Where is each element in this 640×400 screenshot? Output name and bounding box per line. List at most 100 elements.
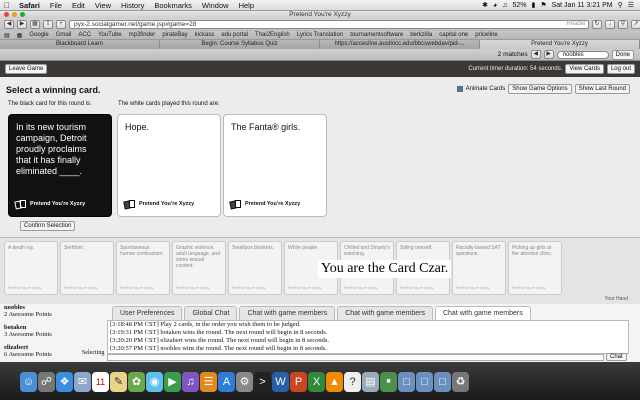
close-icon[interactable] bbox=[4, 12, 9, 17]
bookmark-item[interactable]: edu portal bbox=[221, 32, 248, 38]
help-icon[interactable]: ? bbox=[344, 372, 361, 392]
top-sites-icon[interactable]: ▦ bbox=[17, 32, 23, 39]
clock[interactable]: Sat Jan 11 3:21 PM bbox=[552, 2, 613, 9]
tab-accesline[interactable]: https://accesline.austincc.edu/bbcswebda… bbox=[320, 40, 480, 49]
fullscreen-icon[interactable]: ↗ bbox=[631, 20, 640, 29]
hand-card[interactable]: Serfdom. Pretend You're Xyzzy bbox=[60, 241, 114, 295]
ibooks-icon[interactable]: ☰ bbox=[200, 372, 217, 392]
bookmark-item[interactable]: Gmail bbox=[56, 32, 72, 38]
leave-game-button[interactable]: Leave Game bbox=[5, 64, 48, 74]
hand-card[interactable]: Smallpox blankets. Pretend You're Xyzzy bbox=[228, 241, 282, 295]
hand-card[interactable]: A death ray. Pretend You're Xyzzy bbox=[4, 241, 58, 295]
address-bar[interactable]: pyx-2.socialgamer.net/game.jsp#game=28 R… bbox=[69, 20, 589, 29]
bluetooth-icon[interactable]: ✱ bbox=[482, 1, 488, 9]
menu-safari[interactable]: Safari bbox=[14, 1, 45, 10]
apple-icon[interactable]:  bbox=[0, 1, 14, 10]
share-icon[interactable]: ⇧ bbox=[43, 20, 53, 29]
menu-window[interactable]: Window bbox=[197, 1, 234, 10]
white-card[interactable]: The Fanta® girls. Pretend You're Xyzzy bbox=[223, 114, 327, 217]
tab-game-chat[interactable]: Chat with game members bbox=[239, 306, 336, 320]
find-previous-icon[interactable]: ◀ bbox=[530, 50, 541, 59]
facetime-icon[interactable]: ▶ bbox=[164, 372, 181, 392]
download-icon[interactable]: ↓ bbox=[605, 20, 615, 29]
safari-icon[interactable]: ❖ bbox=[56, 372, 73, 392]
menu-bookmarks[interactable]: Bookmarks bbox=[149, 1, 197, 10]
hand-card[interactable]: Picking up girls at the abortion clinic.… bbox=[508, 241, 562, 295]
view-cards-button[interactable]: View Cards bbox=[565, 64, 604, 74]
menu-file[interactable]: File bbox=[45, 1, 67, 10]
tab-game-chat[interactable]: Chat with game members bbox=[337, 306, 433, 320]
photos-icon[interactable]: ✿ bbox=[128, 372, 145, 392]
finder-icon[interactable]: ☺ bbox=[20, 372, 37, 392]
trash-icon[interactable]: ♻ bbox=[452, 372, 469, 392]
spotlight-icon[interactable]: ⚲ bbox=[618, 1, 623, 9]
add-icon[interactable]: + bbox=[56, 20, 66, 29]
flag-icon[interactable]: ⚑ bbox=[540, 1, 546, 9]
show-game-options-button[interactable]: Show Game Options bbox=[508, 84, 572, 94]
back-icon[interactable]: ◀ bbox=[4, 20, 14, 29]
hand-card[interactable]: Racially-biased SAT questions. Pretend Yo… bbox=[452, 241, 506, 295]
animate-cards-checkbox[interactable] bbox=[456, 86, 463, 92]
bookmark-item[interactable]: mp3finder bbox=[129, 32, 156, 38]
wifi-icon[interactable]: ◕ bbox=[493, 2, 497, 9]
bookmark-item[interactable]: capital one bbox=[439, 32, 468, 38]
log-out-button[interactable]: Log out bbox=[606, 64, 635, 74]
white-card[interactable]: Hope. Pretend You're Xyzzy bbox=[117, 114, 221, 217]
bookmark-item[interactable]: Thai2English bbox=[255, 32, 290, 38]
menu-edit[interactable]: Edit bbox=[67, 1, 90, 10]
preview-icon[interactable]: ▤ bbox=[362, 372, 379, 392]
messages-icon[interactable]: ◉ bbox=[146, 372, 163, 392]
monitor-icon[interactable]: ■ bbox=[380, 372, 397, 392]
hand-card[interactable]: Graphic violence, adult language, and so… bbox=[172, 241, 226, 295]
hand-card[interactable]: Spontaneous human combustion. Pretend You… bbox=[116, 241, 170, 295]
notes-icon[interactable]: ✎ bbox=[110, 372, 127, 392]
reading-list-icon[interactable]: ▤ bbox=[4, 32, 10, 39]
tab-syllabus-quiz[interactable]: Begin: Course Syllabus Quiz bbox=[160, 40, 320, 49]
reader-button[interactable]: Reader bbox=[566, 21, 586, 28]
bookmark-item[interactable]: ACC bbox=[78, 32, 91, 38]
bookmark-item[interactable]: kickass bbox=[195, 32, 215, 38]
bookmark-item[interactable]: YouTube bbox=[98, 32, 122, 38]
zoom-icon[interactable] bbox=[20, 12, 25, 17]
sidebar-icon[interactable]: ▦ bbox=[30, 20, 40, 29]
folder-icon[interactable]: □ bbox=[416, 372, 433, 392]
battery-percent[interactable]: 52% bbox=[512, 2, 526, 9]
tab-pretend-youre-xyzzy[interactable]: Pretend You're Xyzzy bbox=[480, 40, 640, 49]
launchpad-icon[interactable]: ☍ bbox=[38, 372, 55, 392]
app-store-icon[interactable]: A bbox=[218, 372, 235, 392]
powerpoint-icon[interactable]: P bbox=[290, 372, 307, 392]
menu-view[interactable]: View bbox=[90, 1, 116, 10]
minimize-icon[interactable] bbox=[12, 12, 17, 17]
chat-send-button[interactable]: Chat bbox=[606, 353, 627, 361]
terminal-icon[interactable]: > bbox=[254, 372, 271, 392]
excel-icon[interactable]: X bbox=[308, 372, 325, 392]
system-preferences-icon[interactable]: ⚙ bbox=[236, 372, 253, 392]
notification-icon[interactable]: ☰ bbox=[628, 1, 634, 9]
chat-input[interactable] bbox=[107, 354, 604, 361]
mail-icon[interactable]: ✉ bbox=[74, 372, 91, 392]
bookmark-item[interactable]: berkzilla bbox=[410, 32, 432, 38]
find-input[interactable]: noobles bbox=[556, 50, 609, 59]
folder-icon[interactable]: □ bbox=[398, 372, 415, 392]
bookmark-item[interactable]: tournamentsoftware bbox=[350, 32, 403, 38]
volume-icon[interactable]: ♫ bbox=[502, 2, 507, 9]
bookmark-item[interactable]: Lyrics Translation bbox=[297, 32, 343, 38]
confirm-selection-button[interactable]: Confirm Selection bbox=[20, 221, 76, 231]
tab-game-chat-active[interactable]: Chat with game members bbox=[434, 306, 531, 320]
itunes-icon[interactable]: ♫ bbox=[182, 372, 199, 392]
menu-history[interactable]: History bbox=[116, 1, 149, 10]
calendar-icon[interactable]: 11 bbox=[92, 372, 109, 392]
folder-icon[interactable]: □ bbox=[434, 372, 451, 392]
find-done-button[interactable]: Done bbox=[611, 49, 634, 60]
show-last-round-button[interactable]: Show Last Round bbox=[574, 84, 630, 94]
menu-help[interactable]: Help bbox=[234, 1, 259, 10]
tab-user-preferences[interactable]: User Preferences bbox=[112, 306, 183, 320]
vlc-icon[interactable]: ▲ bbox=[326, 372, 343, 392]
bookmark-item[interactable]: Google bbox=[29, 32, 48, 38]
reload-icon[interactable]: ↻ bbox=[592, 20, 602, 29]
forward-icon[interactable]: ▶ bbox=[17, 20, 27, 29]
battery-icon[interactable]: ▮ bbox=[531, 1, 535, 9]
tab-global-chat[interactable]: Global Chat bbox=[184, 306, 238, 320]
word-icon[interactable]: W bbox=[272, 372, 289, 392]
find-next-icon[interactable]: ▶ bbox=[543, 50, 554, 59]
